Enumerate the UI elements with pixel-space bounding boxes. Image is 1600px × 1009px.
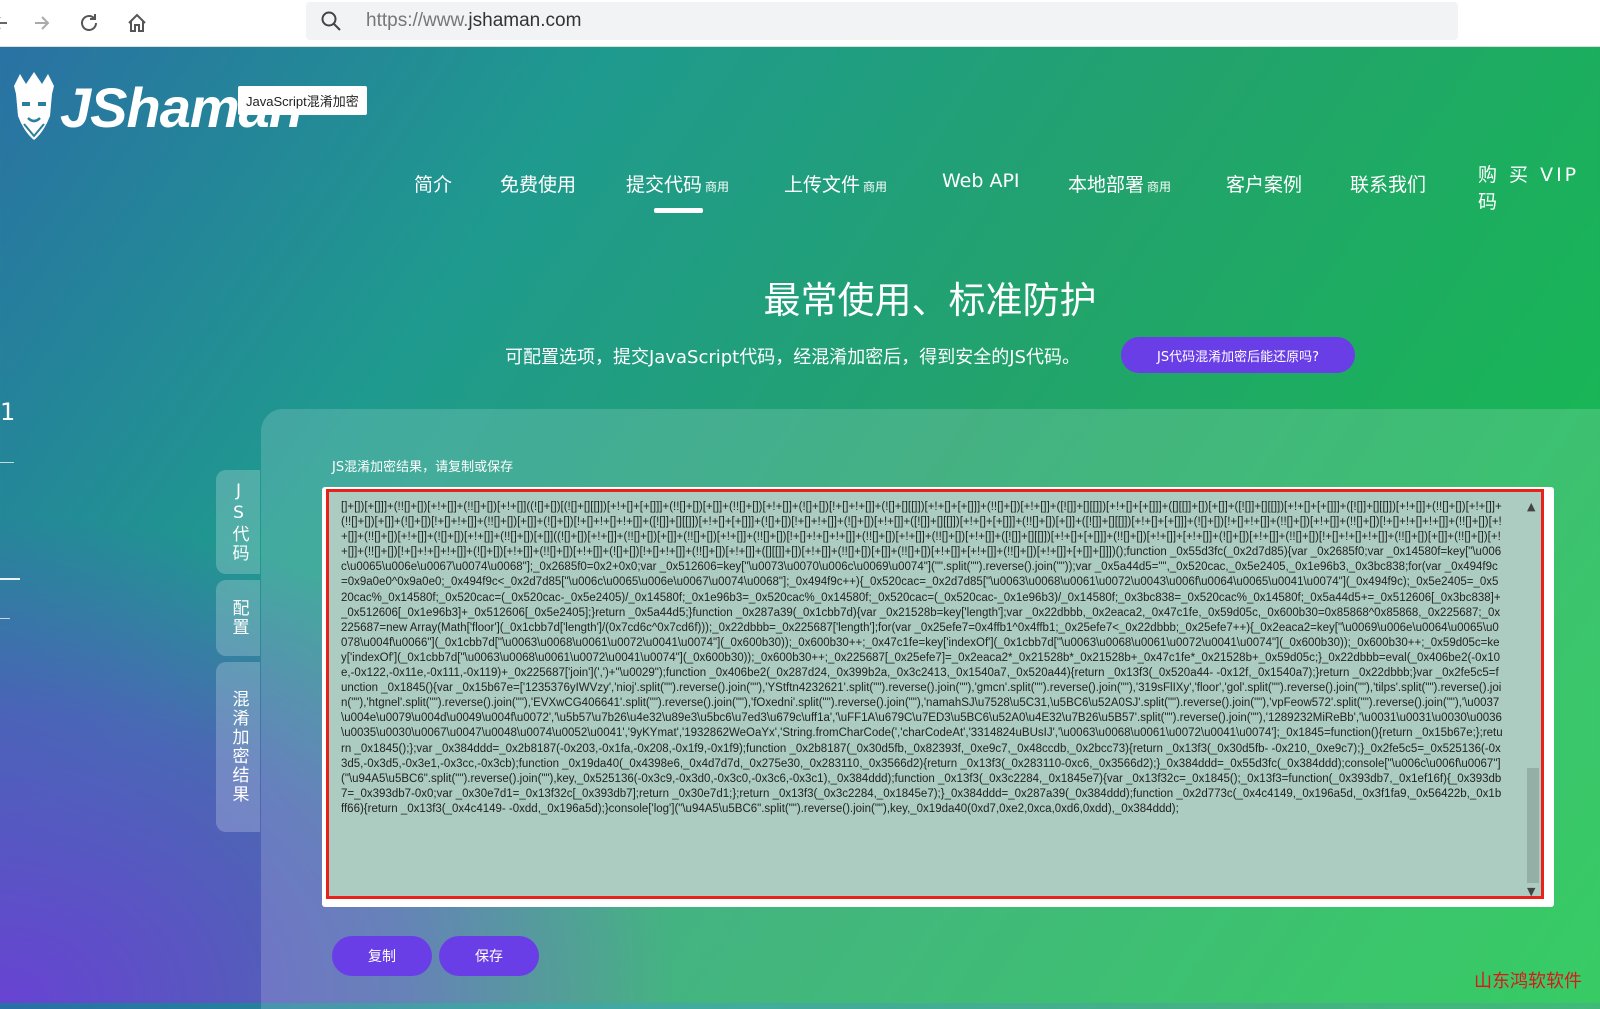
code-output-textarea[interactable]: []+[])[+[]]]+(!![]+[])[+!+[]]+(!![]+[])[…	[326, 489, 1544, 899]
tab-js-code[interactable]: JS代码	[216, 470, 260, 574]
logo-tagline: JavaScript混淆加密	[238, 86, 367, 115]
result-label: JS混淆加密结果，请复制或保存	[332, 460, 514, 475]
tab-result-label: 混淆加密结果	[228, 690, 249, 804]
save-button[interactable]: 保存	[439, 936, 539, 976]
nav-item-submit-code[interactable]: 提交代码 商用	[626, 170, 729, 197]
tab-config[interactable]: 配置	[216, 580, 260, 656]
chevron-up-icon[interactable]: ▲	[1527, 500, 1535, 513]
copy-button[interactable]: 复制	[332, 936, 432, 976]
tab-result[interactable]: 混淆加密结果	[216, 662, 260, 832]
browser-toolbar: https://www.jshaman.com	[0, 0, 1600, 47]
code-scrollbar[interactable]: ▲ ▼	[1525, 498, 1541, 898]
watermark-text: 山东鸿软软件	[1474, 971, 1582, 992]
tab-js-code-label: JS代码	[228, 481, 249, 563]
address-bar[interactable]: https://www.jshaman.com	[306, 2, 1458, 40]
reload-icon[interactable]	[74, 8, 104, 38]
scroll-thumb[interactable]	[1527, 768, 1539, 883]
nav-item-local-deploy[interactable]: 本地部署 商用	[1068, 170, 1171, 197]
page-subtitle: 可配置选项，提交JavaScript代码，经混淆加密后，得到安全的JS代码。	[505, 347, 1080, 368]
left-edge-divider	[0, 578, 20, 580]
left-edge-divider	[0, 618, 10, 619]
left-edge-divider	[0, 462, 14, 463]
main-nav: 简介 免费使用 提交代码 商用 上传文件 商用 Web API 本地部署 商用 客户案…	[0, 170, 1600, 210]
search-icon	[320, 10, 342, 36]
forward-icon[interactable]	[26, 8, 56, 38]
buy-vip-link[interactable]: 购 买 VIP 码	[1478, 160, 1600, 214]
left-edge-char: 1	[0, 398, 16, 426]
url-text: https://www.jshaman.com	[366, 10, 582, 31]
code-output-container: []+[])[+[]]]+(!![]+[])[+!+[]]+(!![]+[])[…	[322, 487, 1554, 907]
nav-item-web-api[interactable]: Web API	[942, 170, 1020, 192]
nav-item-contact[interactable]: 联系我们	[1350, 170, 1426, 197]
code-output-text: []+[])[+[]]]+(!![]+[])[+!+[]]+(!![]+[])[…	[341, 501, 1503, 815]
chevron-down-icon[interactable]: ▼	[1527, 885, 1535, 898]
nav-item-cases[interactable]: 客户案例	[1226, 170, 1302, 197]
active-nav-indicator	[654, 208, 703, 213]
home-icon[interactable]	[122, 8, 152, 38]
page-title: 最常使用、标准防护	[763, 279, 1097, 322]
nav-item-free[interactable]: 免费使用	[500, 170, 576, 197]
restore-question-button[interactable]: JS代码混淆加密后能还原吗?	[1121, 337, 1355, 373]
nav-item-upload-file[interactable]: 上传文件 商用	[784, 170, 887, 197]
back-icon[interactable]	[0, 8, 16, 38]
nav-item-intro[interactable]: 简介	[414, 170, 452, 197]
tab-config-label: 配置	[228, 599, 249, 637]
shaman-mask-icon	[14, 72, 54, 140]
